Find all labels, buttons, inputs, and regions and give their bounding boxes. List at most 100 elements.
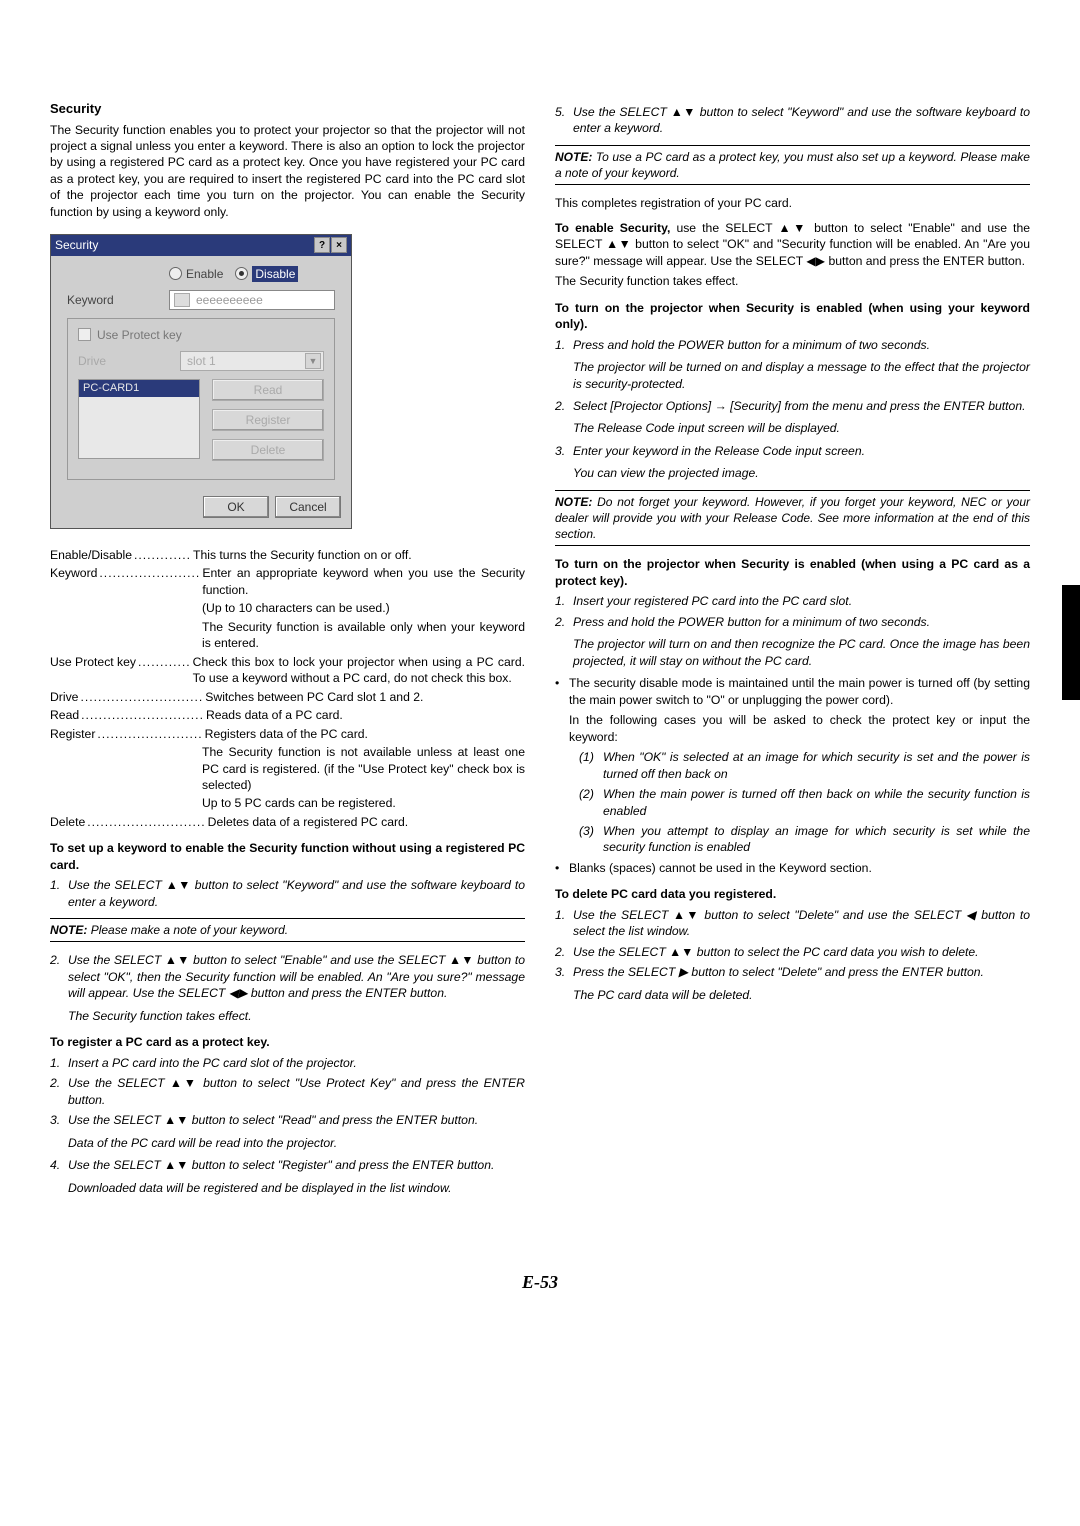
cancel-button[interactable]: Cancel [275, 496, 341, 518]
step-num: 2. [555, 614, 573, 630]
def-desc: The Security function is available only … [202, 619, 525, 652]
security-intro: The Security function enables you to pro… [50, 122, 525, 221]
step-text: Press the SELECT ▶ button to select "Del… [573, 964, 1030, 980]
use-protect-label: Use Protect key [97, 327, 182, 343]
step-num: 1. [555, 337, 573, 353]
case-text: When "OK" is selected at an image for wh… [603, 749, 1030, 782]
def-term: Enable/Disable [50, 547, 132, 563]
note-text: To use a PC card as a protect key, you m… [555, 150, 1030, 180]
turnon-kw-heading: To turn on the projector when Security i… [555, 300, 1030, 333]
list-item[interactable]: PC-CARD1 [79, 380, 199, 397]
enable-label: Enable [186, 266, 223, 282]
step-sub: The projector will turn on and then reco… [573, 636, 1030, 669]
def-desc: (Up to 10 characters can be used.) [202, 600, 525, 616]
ok-button[interactable]: OK [203, 496, 269, 518]
keyword-label: Keyword [67, 292, 157, 308]
close-icon[interactable]: × [331, 237, 347, 253]
turnon-pc-heading: To turn on the projector when Security i… [555, 556, 1030, 589]
dialog-titlebar: Security ? × [51, 235, 351, 255]
delete-heading: To delete PC card data you registered. [555, 886, 1030, 902]
step-sub: Data of the PC card will be read into th… [68, 1135, 525, 1151]
def-term: Keyword [50, 565, 97, 598]
step-num: 1. [50, 1055, 68, 1071]
drive-select[interactable]: slot 1 ▼ [180, 351, 324, 371]
chevron-down-icon: ▼ [305, 353, 321, 369]
bullet-text: The security disable mode is maintained … [569, 675, 1030, 708]
note-text: Do not forget your keyword. However, if … [555, 495, 1030, 541]
step-num: 2. [50, 1075, 68, 1108]
step-num: 2. [50, 952, 68, 1001]
drive-label: Drive [78, 353, 168, 369]
register-button[interactable]: Register [212, 409, 324, 431]
def-term: Delete [50, 814, 85, 830]
def-term: Register [50, 726, 95, 742]
step-num: 2. [555, 398, 573, 414]
step-sub: Downloaded data will be registered and b… [68, 1180, 525, 1196]
step-text: Use the SELECT ▲▼ button to select "Read… [68, 1112, 525, 1128]
body-text: The Security function takes effect. [555, 273, 1030, 289]
step-sub: You can view the projected image. [573, 465, 1030, 481]
security-heading: Security [50, 100, 525, 118]
use-protect-checkbox[interactable]: Use Protect key [78, 327, 182, 343]
note-box: NOTE: To use a PC card as a protect key,… [555, 145, 1030, 185]
case-text: When you attempt to display an image for… [603, 823, 1030, 856]
dialog-title: Security [55, 237, 98, 253]
keyboard-icon [174, 293, 190, 307]
step-text: Use the SELECT ▲▼ button to select "Enab… [68, 952, 525, 1001]
step-num: 5. [555, 104, 573, 137]
keyword-input[interactable]: eeeeeeeeee [169, 290, 335, 310]
step-sub: The projector will be turned on and disp… [573, 359, 1030, 392]
body-text: In the following cases you will be asked… [569, 712, 1030, 745]
disable-label: Disable [252, 266, 298, 282]
help-icon[interactable]: ? [314, 237, 330, 253]
note-box: NOTE: Do not forget your keyword. Howeve… [555, 490, 1030, 547]
def-desc: This turns the Security function on or o… [193, 547, 525, 563]
step-text: Enter your keyword in the Release Code i… [573, 443, 1030, 459]
setup-heading: To set up a keyword to enable the Securi… [50, 840, 525, 873]
def-desc: Reads data of a PC card. [206, 707, 525, 723]
note-box: NOTE: Please make a note of your keyword… [50, 918, 525, 942]
security-dialog: Security ? × Enable Disable Keyword eeee… [50, 234, 352, 529]
step-num: 1. [555, 593, 573, 609]
step-text: Press and hold the POWER button for a mi… [573, 337, 1030, 353]
note-text: Please make a note of your keyword. [91, 923, 288, 937]
case-num: (2) [579, 786, 603, 819]
page-number: E-53 [0, 1272, 1080, 1293]
step-text: Insert a PC card into the PC card slot o… [68, 1055, 525, 1071]
disable-radio[interactable]: Disable [235, 266, 298, 282]
def-term: Use Protect key [50, 654, 136, 687]
step-num: 1. [50, 877, 68, 910]
step-num: 3. [555, 964, 573, 980]
def-desc: The Security function is not available u… [202, 744, 525, 793]
step-text: Use the SELECT ▲▼ button to select "Use … [68, 1075, 525, 1108]
bullet-icon: • [555, 860, 569, 876]
enable-radio[interactable]: Enable [169, 266, 223, 282]
step-text: Press and hold the POWER button for a mi… [573, 614, 1030, 630]
note-label: NOTE: [555, 495, 592, 509]
card-listbox[interactable]: PC-CARD1 [78, 379, 200, 459]
step-sub: The PC card data will be deleted. [573, 987, 1030, 1003]
step-num: 2. [555, 944, 573, 960]
step-text: Select [Projector Options] → [Security] … [573, 398, 1030, 414]
step-text: Use the SELECT ▲▼ button to select the P… [573, 944, 1030, 960]
def-desc: Enter an appropriate keyword when you us… [202, 565, 525, 598]
step-text: Use the SELECT ▲▼ button to select "Keyw… [573, 104, 1030, 137]
bullet-icon: • [555, 675, 569, 708]
step-num: 1. [555, 907, 573, 940]
body-text: To enable Security, use the SELECT ▲▼ bu… [555, 220, 1030, 269]
keyword-value: eeeeeeeeee [196, 292, 263, 308]
body-text: This completes registration of your PC c… [555, 195, 1030, 211]
delete-button[interactable]: Delete [212, 439, 324, 461]
def-desc: Registers data of the PC card. [205, 726, 525, 742]
step-num: 3. [555, 443, 573, 459]
case-num: (3) [579, 823, 603, 856]
step-text: Use the SELECT ▲▼ button to select "Regi… [68, 1157, 525, 1173]
step-text: Use the SELECT ▲▼ button to select "Dele… [573, 907, 1030, 940]
note-label: NOTE: [555, 150, 592, 164]
page-tab [1062, 585, 1080, 700]
enable-lead: To enable Security, [555, 221, 670, 235]
read-button[interactable]: Read [212, 379, 324, 401]
def-desc: Up to 5 PC cards can be registered. [202, 795, 525, 811]
bullet-text: Blanks (spaces) cannot be used in the Ke… [569, 860, 872, 876]
def-desc: Check this box to lock your projector wh… [193, 654, 525, 687]
